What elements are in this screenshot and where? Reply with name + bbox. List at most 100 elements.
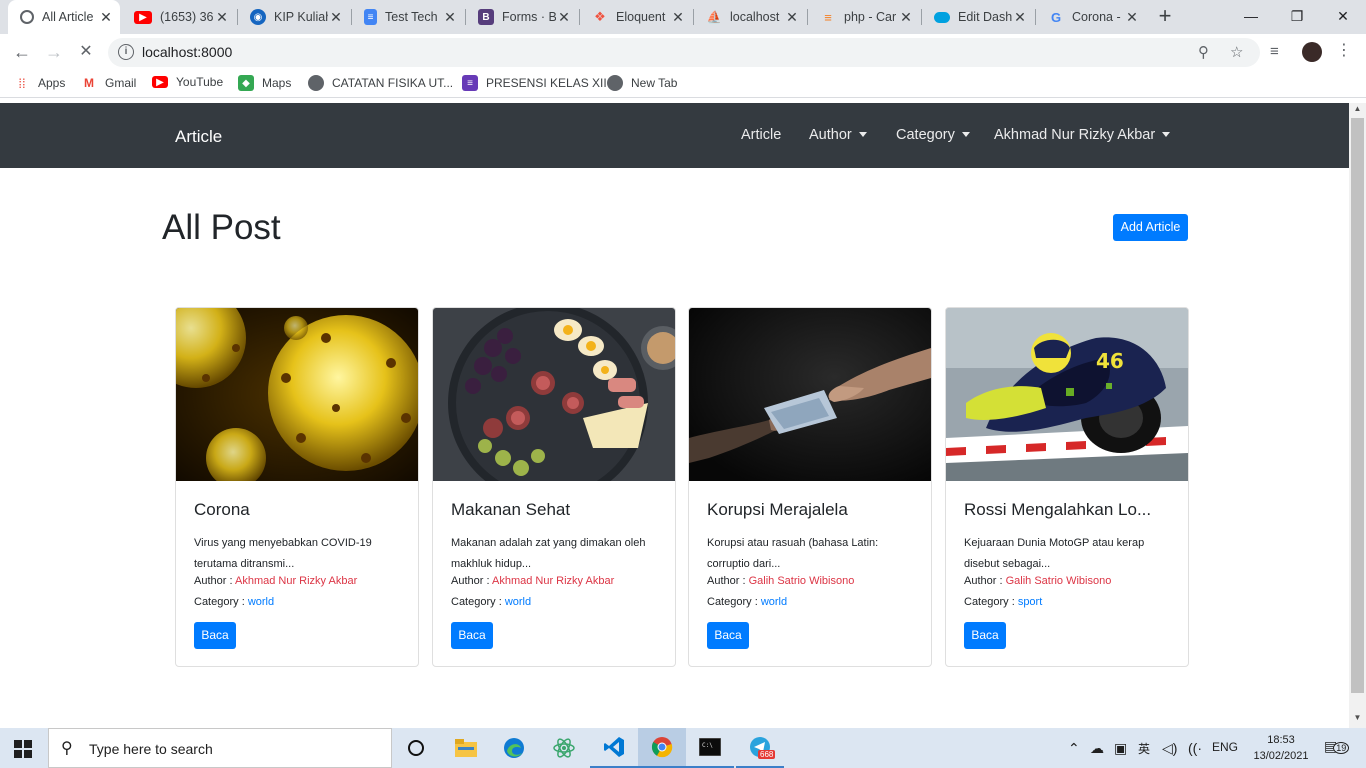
- author-link[interactable]: Galih Satrio Wibisono: [1006, 575, 1112, 587]
- category-link[interactable]: world: [248, 596, 274, 608]
- tab-youtube[interactable]: ▶ (1653) 36 ✕: [122, 0, 236, 34]
- forward-arrow-icon[interactable]: →: [42, 41, 66, 63]
- caret-down-icon: [858, 132, 867, 137]
- site-info-icon[interactable]: i: [118, 44, 134, 60]
- close-tab-icon[interactable]: ✕: [214, 9, 230, 26]
- bookmark-apps[interactable]: ⁞⁞ Apps: [14, 75, 65, 91]
- chevron-up-icon[interactable]: ⌃: [1068, 740, 1080, 757]
- system-clock[interactable]: 18:53 13/02/2021: [1246, 732, 1316, 764]
- post-card: Korupsi Merajalela Korupsi atau rasuah (…: [688, 307, 932, 667]
- scroll-up-icon[interactable]: ▲: [1349, 104, 1366, 118]
- tab-forms-bootstrap[interactable]: B Forms · B ✕: [466, 0, 578, 34]
- category-link[interactable]: world: [505, 596, 531, 608]
- post-title: Korupsi Merajalela: [707, 500, 848, 519]
- tab-all-article[interactable]: All Article ✕: [8, 0, 120, 34]
- category-link[interactable]: sport: [1018, 596, 1042, 608]
- post-author: Author : Akhmad Nur Rizky Akbar: [194, 575, 358, 587]
- close-tab-icon[interactable]: ✕: [784, 9, 800, 26]
- task-view-icon[interactable]: [392, 728, 440, 768]
- close-tab-icon[interactable]: ✕: [328, 9, 344, 26]
- post-category: Category : world: [451, 596, 532, 608]
- volume-icon[interactable]: ◁): [1162, 740, 1177, 757]
- close-tab-icon[interactable]: ✕: [442, 9, 458, 26]
- scrollbar-thumb[interactable]: [1351, 118, 1364, 693]
- vscode-icon[interactable]: [590, 728, 638, 768]
- notifications-icon[interactable]: ▤19: [1324, 738, 1350, 755]
- new-tab-button[interactable]: +: [1152, 4, 1178, 30]
- motogp-rider-image: 46: [946, 308, 1188, 481]
- category-link[interactable]: world: [761, 596, 787, 608]
- close-tab-icon[interactable]: ✕: [898, 9, 914, 26]
- atom-editor-icon[interactable]: [540, 728, 588, 768]
- tab-php-stackoverflow[interactable]: ≡ php - Car ✕: [808, 0, 920, 34]
- tab-eloquent[interactable]: ❖ Eloquent ✕: [580, 0, 692, 34]
- nav-category-dropdown[interactable]: Category: [896, 127, 970, 143]
- scroll-down-icon[interactable]: ▼: [1349, 713, 1366, 727]
- read-button[interactable]: Baca: [707, 622, 749, 649]
- read-button[interactable]: Baca: [451, 622, 493, 649]
- telegram-badge: 668: [758, 750, 776, 759]
- bookmark-star-icon[interactable]: ☆: [1230, 43, 1243, 61]
- browser-tab-strip: All Article ✕ ▶ (1653) 36 ✕ ◉ KIP Kuliah…: [0, 0, 1366, 34]
- tab-edit-dash[interactable]: Edit Dash ✕: [922, 0, 1034, 34]
- bookmark-catatan-fisika[interactable]: CATATAN FISIKA UT...: [308, 75, 453, 91]
- back-arrow-icon[interactable]: ←: [10, 41, 34, 63]
- tab-localhost[interactable]: ⛵ localhost ✕: [694, 0, 806, 34]
- bookmark-youtube[interactable]: ▶ YouTube: [152, 75, 223, 89]
- ime-icon[interactable]: 英: [1138, 740, 1150, 757]
- taskbar-search-box[interactable]: ⚲ Type here to search: [48, 728, 392, 768]
- file-explorer-icon[interactable]: [442, 728, 490, 768]
- nav-article[interactable]: Article: [741, 127, 781, 143]
- bookmarks-bar: ⁞⁞ Apps M Gmail ▶ YouTube ◆ Maps CATATAN…: [0, 70, 1366, 98]
- stop-loading-icon[interactable]: ✕: [74, 41, 98, 63]
- zoom-icon[interactable]: ⚲: [1198, 43, 1209, 61]
- bookmark-maps[interactable]: ◆ Maps: [238, 75, 291, 91]
- author-link[interactable]: Akhmad Nur Rizky Akbar: [492, 575, 614, 587]
- add-article-button[interactable]: Add Article: [1113, 214, 1188, 241]
- media-queue-icon[interactable]: ≡: [1270, 43, 1279, 60]
- post-author: Author : Galih Satrio Wibisono: [964, 575, 1112, 587]
- stackoverflow-icon: ≡: [824, 9, 832, 25]
- bookmark-presensi[interactable]: ≡ PRESENSI KELAS XII: [462, 75, 607, 91]
- read-button[interactable]: Baca: [194, 622, 236, 649]
- address-bar[interactable]: i localhost:8000 ⚲ ☆: [108, 38, 1260, 67]
- post-card: 46 Rossi Mengalahkan Lo... Kejuaraan Dun…: [945, 307, 1189, 667]
- avatar[interactable]: [1302, 42, 1322, 62]
- wifi-icon[interactable]: ((·: [1188, 740, 1202, 756]
- close-tab-icon[interactable]: ✕: [670, 9, 686, 26]
- author-link[interactable]: Akhmad Nur Rizky Akbar: [235, 575, 357, 587]
- minimize-icon[interactable]: —: [1228, 0, 1274, 32]
- windows-start-icon[interactable]: [14, 740, 32, 758]
- read-button[interactable]: Baca: [964, 622, 1006, 649]
- close-tab-icon[interactable]: ✕: [1124, 9, 1140, 26]
- close-tab-icon[interactable]: ✕: [556, 9, 572, 26]
- navbar-brand[interactable]: Article: [175, 127, 222, 147]
- tab-corona-google[interactable]: G Corona - ✕: [1036, 0, 1146, 34]
- display-icon[interactable]: ▣: [1114, 740, 1127, 757]
- onedrive-icon[interactable]: ☁: [1090, 740, 1104, 757]
- caret-down-icon: [961, 132, 970, 137]
- telegram-icon[interactable]: 668: [736, 728, 784, 768]
- youtube-icon: ▶: [134, 10, 152, 24]
- bookmark-new-tab[interactable]: New Tab: [607, 75, 677, 91]
- close-tab-icon[interactable]: ✕: [98, 9, 114, 26]
- close-tab-icon[interactable]: ✕: [1012, 9, 1028, 26]
- url-text[interactable]: localhost:8000: [142, 44, 232, 60]
- chrome-icon[interactable]: [638, 728, 686, 768]
- nav-author-dropdown[interactable]: Author: [809, 127, 867, 143]
- bookmark-gmail[interactable]: M Gmail: [81, 75, 136, 91]
- tab-kip-kuliah[interactable]: ◉ KIP Kuliah ✕: [238, 0, 350, 34]
- post-excerpt: Virus yang menyebabkan COVID-19 terutama …: [194, 537, 372, 570]
- close-window-icon[interactable]: ✕: [1320, 0, 1366, 32]
- author-link[interactable]: Galih Satrio Wibisono: [749, 575, 855, 587]
- maximize-icon[interactable]: ❐: [1274, 0, 1320, 32]
- menu-kebab-icon[interactable]: ⋮: [1336, 40, 1352, 60]
- tab-test-tech[interactable]: ≡ Test Tech ✕: [352, 0, 464, 34]
- edge-browser-icon[interactable]: [490, 728, 538, 768]
- language-indicator[interactable]: ENG: [1212, 740, 1238, 754]
- kip-icon: ◉: [250, 9, 266, 25]
- terminal-icon[interactable]: C:\: [686, 728, 734, 768]
- phpmyadmin-icon: ⛵: [706, 10, 722, 24]
- food-platter-image: [433, 308, 675, 481]
- nav-user-dropdown[interactable]: Akhmad Nur Rizky Akbar: [994, 127, 1171, 143]
